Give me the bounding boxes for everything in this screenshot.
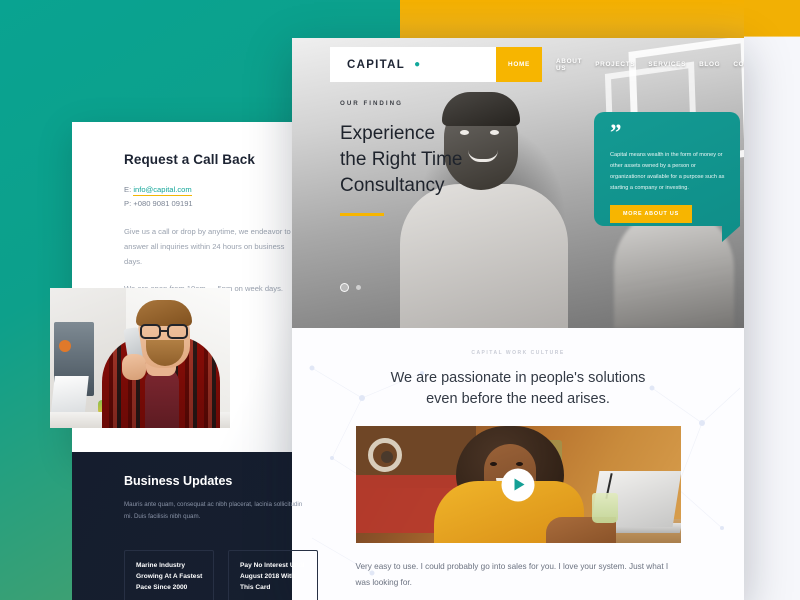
man-on-phone-photo [50,288,230,428]
section-title-line-2: even before the need arises. [426,391,610,408]
play-icon[interactable] [501,468,535,502]
nav-item-home[interactable]: HOME [496,47,542,82]
email-link[interactable]: info@capital.com [133,185,192,196]
video-thumbnail[interactable] [355,426,681,544]
quote-mark-icon: ” [610,120,622,145]
email-row: E: info@capital.com [124,183,310,197]
hero-heading-line-2: the Right Time [340,148,463,170]
business-updates-list: Marine Industry Growing At A Fastest Pac… [124,550,318,600]
hero-copy: OUR FINDING Experience the Right Time Co… [340,100,463,216]
testimonial-text: Very easy to use. I could probably go in… [355,562,669,587]
more-about-us-button[interactable]: MORE ABOUT US [610,204,693,223]
phone-row: P: +080 9081 09191 [124,197,310,211]
testimonial: Very easy to use. I could probably go in… [356,559,681,600]
list-item[interactable]: Pay No Interest Until August 2018 With T… [228,550,318,600]
list-item[interactable]: Marine Industry Growing At A Fastest Pac… [124,550,214,600]
hero-carousel-dots[interactable] [340,283,361,292]
carousel-dot-active[interactable] [340,283,349,292]
nav-item-projects[interactable]: PROJECTS [595,61,635,68]
page-title: Request a Call Back [124,152,255,167]
section-eyebrow: CAPITAL WORK CULTURE [471,350,565,356]
contact-details: E: info@capital.com P: +080 9081 09191 [124,183,310,211]
work-culture-section: CAPITAL WORK CULTURE We are passionate i… [292,328,744,600]
carousel-dot[interactable] [356,285,361,290]
nav-item-services[interactable]: SERVICES [648,61,686,68]
hero-heading-line-1: Experience [340,123,436,144]
section-title: We are passionate in people's solutions … [292,368,744,410]
callback-body-text: Give us a call or drop by anytime, we en… [124,227,291,267]
hero-section: CAPITAL ● HOME ABOUT US PROJECTS SERVICE… [292,38,744,328]
background-right-strip [744,0,800,600]
hero-underline-rule [340,213,384,216]
email-prefix: E: [124,185,132,194]
quote-text: Capital means wealth in the form of mone… [610,152,725,191]
hero-heading-line-3: Consultancy [340,174,445,196]
nav-item-about-us[interactable]: ABOUT US [556,58,582,72]
quote-card: ” Capital means wealth in the form of mo… [594,112,740,242]
website-preview-panel: CAPITAL ● HOME ABOUT US PROJECTS SERVICE… [292,38,744,600]
nav-item-contact[interactable]: CONTACT [733,61,744,68]
background-yellow-band [400,0,800,38]
nav-item-blog[interactable]: BLOG [699,61,720,68]
business-updates-subtitle: Mauris ante quam, consequat ac nibh plac… [124,501,303,521]
update-headline: Marine Industry Growing At A Fastest Pac… [136,562,203,591]
logo-text: CAPITAL [347,58,406,71]
site-navigation: CAPITAL ● HOME ABOUT US PROJECTS SERVICE… [330,47,744,82]
logo-block[interactable]: CAPITAL ● [330,47,496,82]
section-title-line-1: We are passionate in people's solutions [390,370,646,386]
location-pin-icon[interactable]: ● [414,59,420,70]
hero-eyebrow: OUR FINDING [340,100,403,107]
update-headline: Pay No Interest Until August 2018 With T… [240,562,305,591]
nav-items: ABOUT US PROJECTS SERVICES BLOG CONTACT … [542,47,744,82]
phone-prefix: P: [124,199,132,209]
phone-number: +080 9081 09191 [133,199,193,209]
hero-heading: Experience the Right Time Consultancy [340,121,463,198]
